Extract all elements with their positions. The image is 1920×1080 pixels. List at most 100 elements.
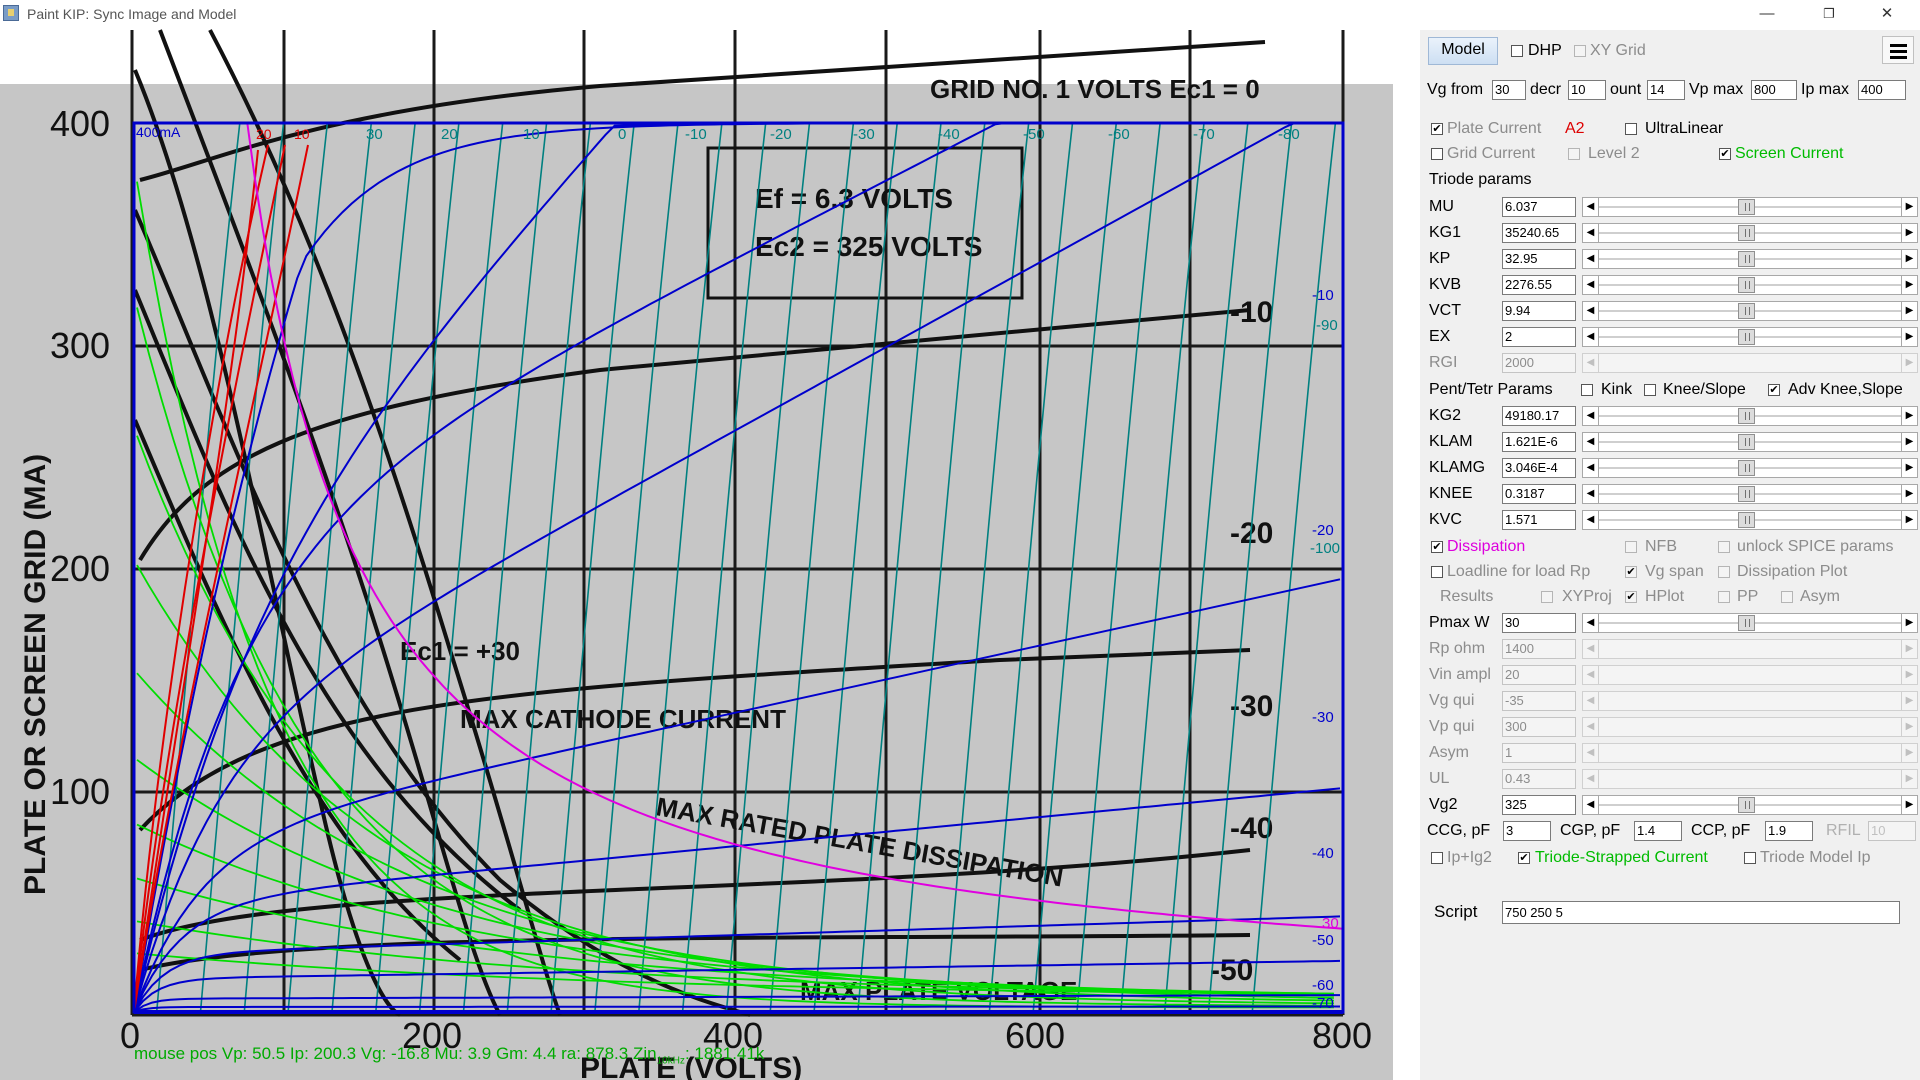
vg-qui-slider-track[interactable]	[1599, 691, 1901, 711]
ultralinear-checkbox[interactable]	[1625, 123, 1637, 135]
vg-qui-field[interactable]: -35	[1502, 691, 1576, 711]
vct-slider-thumb[interactable]	[1738, 303, 1755, 319]
kg2-slider-right-arrow[interactable]: ▶	[1901, 406, 1918, 426]
vg-qui-slider-left-arrow[interactable]: ◀	[1582, 691, 1599, 711]
kvb-slider-thumb[interactable]	[1738, 277, 1755, 293]
pp-checkbox[interactable]	[1718, 591, 1730, 603]
kvc-slider-left-arrow[interactable]: ◀	[1582, 510, 1599, 530]
knee-slider-thumb[interactable]	[1738, 486, 1755, 502]
hplot-checkbox[interactable]: ✔	[1625, 591, 1637, 603]
rgi-slider-left-arrow[interactable]: ◀	[1582, 353, 1599, 373]
kvc-slider-thumb[interactable]	[1738, 512, 1755, 528]
klam-slider-thumb[interactable]	[1738, 434, 1755, 450]
adv-knee-checkbox[interactable]: ✔	[1768, 384, 1780, 396]
count-field[interactable]: 14	[1647, 80, 1685, 100]
rp-ohm-field[interactable]: 1400	[1502, 639, 1576, 659]
ccg-field[interactable]: 3	[1503, 821, 1551, 841]
restore-button[interactable]: ❐	[1806, 0, 1852, 28]
klam-slider-right-arrow[interactable]: ▶	[1901, 432, 1918, 452]
vg2-slider-track[interactable]	[1599, 795, 1901, 815]
knee-field[interactable]: 0.3187	[1502, 484, 1576, 504]
ul-slider-right-arrow[interactable]: ▶	[1901, 769, 1918, 789]
klam-slider[interactable]: ◀ ▶	[1582, 432, 1918, 452]
kg2-slider-thumb[interactable]	[1738, 408, 1755, 424]
vin-ampl-field[interactable]: 20	[1502, 665, 1576, 685]
dhp-checkbox[interactable]	[1511, 45, 1523, 57]
rfil-field[interactable]: 10	[1868, 821, 1916, 841]
vg-qui-slider[interactable]: ◀ ▶	[1582, 691, 1918, 711]
kg2-slider-track[interactable]	[1599, 406, 1901, 426]
pmax-w-slider-track[interactable]	[1599, 613, 1901, 633]
kp-slider-left-arrow[interactable]: ◀	[1582, 249, 1599, 269]
kvb-slider-left-arrow[interactable]: ◀	[1582, 275, 1599, 295]
ip-max-field[interactable]: 400	[1858, 80, 1906, 100]
ccp-field[interactable]: 1.9	[1765, 821, 1813, 841]
kvb-field[interactable]: 2276.55	[1502, 275, 1576, 295]
rgi-slider-right-arrow[interactable]: ▶	[1901, 353, 1918, 373]
mu-slider-track[interactable]	[1599, 197, 1901, 217]
asym-slider-left-arrow[interactable]: ◀	[1582, 743, 1599, 763]
vct-field[interactable]: 9.94	[1502, 301, 1576, 321]
ul-slider[interactable]: ◀ ▶	[1582, 769, 1918, 789]
kvb-slider-right-arrow[interactable]: ▶	[1901, 275, 1918, 295]
asym-slider-right-arrow[interactable]: ▶	[1901, 743, 1918, 763]
kvc-slider-right-arrow[interactable]: ▶	[1901, 510, 1918, 530]
klamg-slider-track[interactable]	[1599, 458, 1901, 478]
unlock-spice-checkbox[interactable]	[1718, 541, 1730, 553]
rp-ohm-slider-right-arrow[interactable]: ▶	[1901, 639, 1918, 659]
knee-slope-checkbox[interactable]	[1644, 384, 1656, 396]
vg2-slider-thumb[interactable]	[1738, 797, 1755, 813]
ex-slider-left-arrow[interactable]: ◀	[1582, 327, 1599, 347]
klamg-slider-thumb[interactable]	[1738, 460, 1755, 476]
pmax-w-field[interactable]: 30	[1502, 613, 1576, 633]
grid-current-checkbox[interactable]	[1431, 148, 1443, 160]
dissipation-plot-checkbox[interactable]	[1718, 566, 1730, 578]
plot-svg[interactable]: GRID NO. 1 VOLTS Ec1 = 0 Ef = 6.3 VOLTS …	[0, 28, 1420, 1080]
kg1-slider-track[interactable]	[1599, 223, 1901, 243]
plot-canvas[interactable]: GRID NO. 1 VOLTS Ec1 = 0 Ef = 6.3 VOLTS …	[0, 28, 1420, 1080]
rp-ohm-slider-track[interactable]	[1599, 639, 1901, 659]
vct-slider-track[interactable]	[1599, 301, 1901, 321]
knee-slider-left-arrow[interactable]: ◀	[1582, 484, 1599, 504]
triode-model-ip-checkbox[interactable]	[1744, 852, 1756, 864]
pmax-w-slider-right-arrow[interactable]: ▶	[1901, 613, 1918, 633]
kg1-field[interactable]: 35240.65	[1502, 223, 1576, 243]
rgi-slider-track[interactable]	[1599, 353, 1901, 373]
vct-slider[interactable]: ◀ ▶	[1582, 301, 1918, 321]
ex-slider[interactable]: ◀ ▶	[1582, 327, 1918, 347]
ul-slider-left-arrow[interactable]: ◀	[1582, 769, 1599, 789]
ul-field[interactable]: 0.43	[1502, 769, 1576, 789]
kp-slider[interactable]: ◀ ▶	[1582, 249, 1918, 269]
knee-slider-right-arrow[interactable]: ▶	[1901, 484, 1918, 504]
model-button[interactable]: Model	[1428, 37, 1498, 65]
vg-from-field[interactable]: 30	[1492, 80, 1526, 100]
knee-slider-track[interactable]	[1599, 484, 1901, 504]
vp-qui-slider-left-arrow[interactable]: ◀	[1582, 717, 1599, 737]
plate-current-checkbox[interactable]: ✔	[1431, 123, 1443, 135]
vin-ampl-slider[interactable]: ◀ ▶	[1582, 665, 1918, 685]
level2-checkbox[interactable]	[1568, 148, 1580, 160]
kg1-slider-thumb[interactable]	[1738, 225, 1755, 241]
pmax-w-slider-left-arrow[interactable]: ◀	[1582, 613, 1599, 633]
ex-field[interactable]: 2	[1502, 327, 1576, 347]
vg2-slider[interactable]: ◀ ▶	[1582, 795, 1918, 815]
vp-qui-slider-right-arrow[interactable]: ▶	[1901, 717, 1918, 737]
kg2-slider[interactable]: ◀ ▶	[1582, 406, 1918, 426]
klam-slider-left-arrow[interactable]: ◀	[1582, 432, 1599, 452]
kp-slider-right-arrow[interactable]: ▶	[1901, 249, 1918, 269]
menu-button[interactable]	[1882, 36, 1914, 64]
mu-slider[interactable]: ◀ ▶	[1582, 197, 1918, 217]
vin-ampl-slider-right-arrow[interactable]: ▶	[1901, 665, 1918, 685]
nfb-checkbox[interactable]	[1625, 541, 1637, 553]
decr-field[interactable]: 10	[1568, 80, 1606, 100]
rp-ohm-slider-left-arrow[interactable]: ◀	[1582, 639, 1599, 659]
pmax-w-slider[interactable]: ◀ ▶	[1582, 613, 1918, 633]
pmax-w-slider-thumb[interactable]	[1738, 615, 1755, 631]
vg2-field[interactable]: 325	[1502, 795, 1576, 815]
vp-qui-slider[interactable]: ◀ ▶	[1582, 717, 1918, 737]
kvc-slider[interactable]: ◀ ▶	[1582, 510, 1918, 530]
loadline-checkbox[interactable]	[1431, 566, 1443, 578]
close-button[interactable]: ✕	[1864, 0, 1910, 28]
kvb-slider-track[interactable]	[1599, 275, 1901, 295]
kg1-slider[interactable]: ◀ ▶	[1582, 223, 1918, 243]
